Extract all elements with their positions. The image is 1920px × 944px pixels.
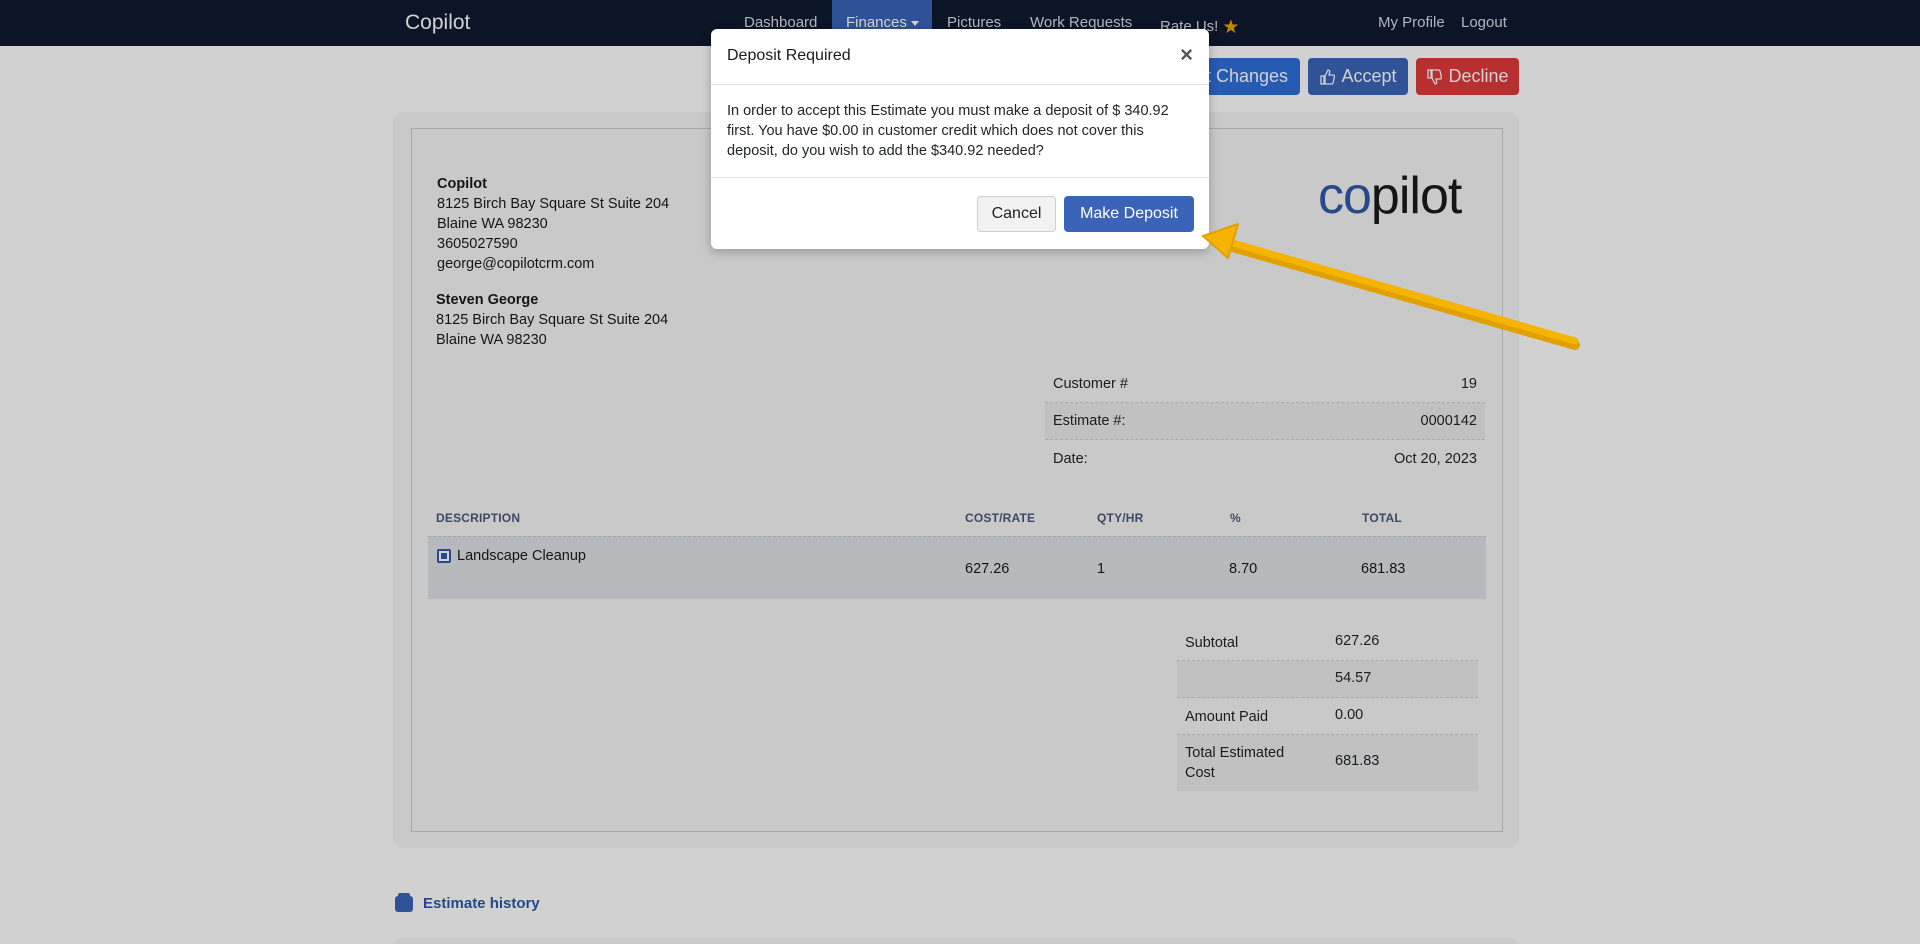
modal-body: In order to accept this Estimate you mus… (727, 103, 1169, 159)
make-deposit-button[interactable]: Make Deposit (1064, 196, 1194, 232)
cancel-button[interactable]: Cancel (977, 196, 1056, 232)
modal-divider (711, 84, 1209, 85)
modal-title: Deposit Required (727, 47, 851, 64)
close-icon[interactable]: × (1180, 43, 1193, 67)
modal-divider (711, 177, 1209, 178)
deposit-modal: Deposit Required × In order to accept th… (711, 29, 1209, 249)
